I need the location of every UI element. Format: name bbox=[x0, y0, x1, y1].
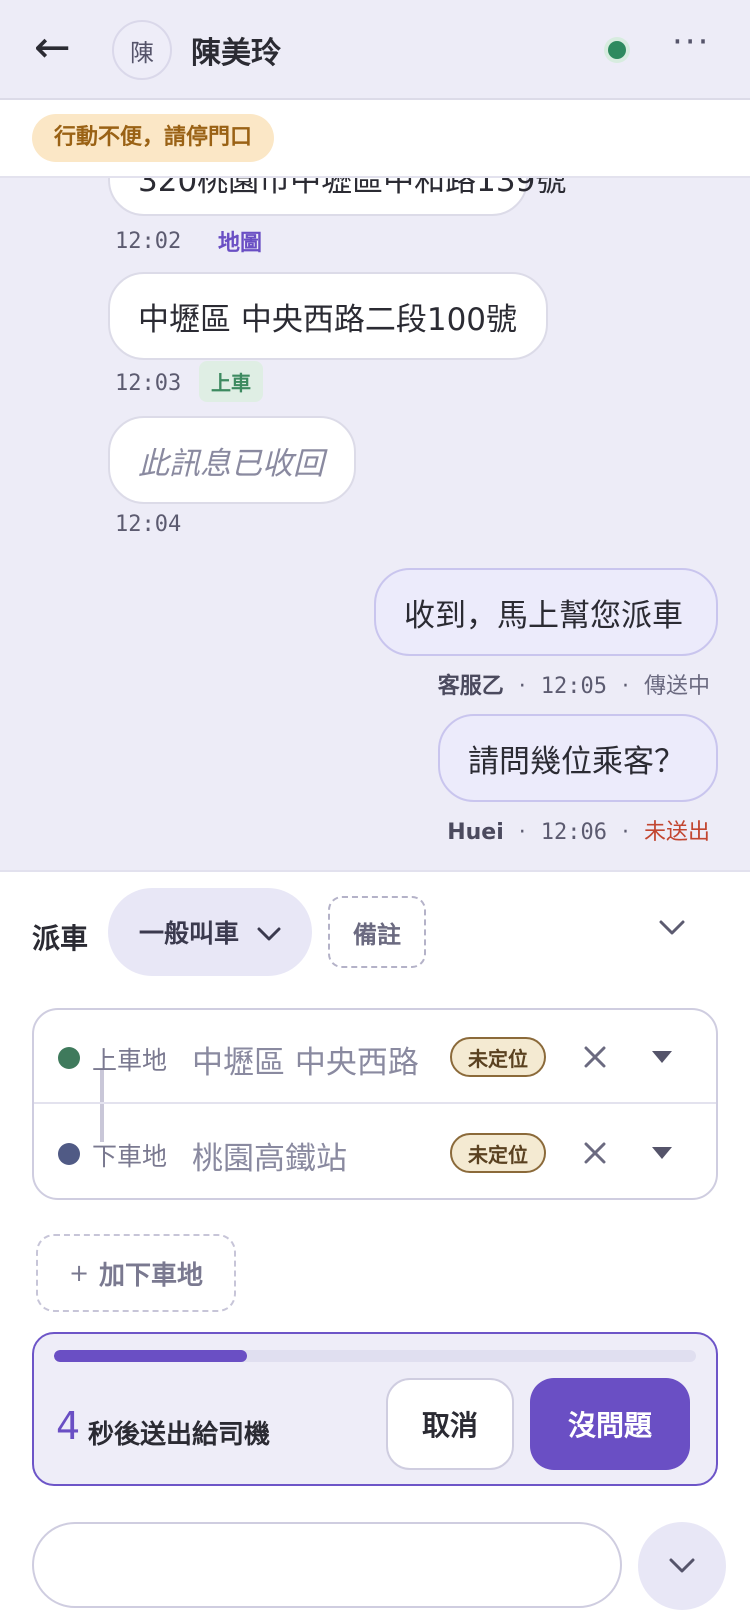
pickup-row[interactable]: 上車地 中壢區 中央西路 未定位 bbox=[34, 1010, 716, 1104]
back-arrow-icon[interactable]: ← bbox=[34, 26, 71, 70]
message-sender: Huei bbox=[447, 820, 504, 845]
dropoff-label: 下車地 bbox=[92, 1142, 168, 1171]
dispatch-type-select[interactable]: 一般叫車 bbox=[108, 888, 312, 976]
message-status-sending: 傳送中 bbox=[643, 674, 710, 699]
send-countdown-card: 4 秒後送出給司機 取消 沒問題 bbox=[32, 1332, 718, 1486]
avatar[interactable]: 陳 bbox=[112, 20, 172, 80]
message-status-failed[interactable]: 未送出 bbox=[644, 820, 710, 845]
more-options-icon[interactable]: ··· bbox=[672, 22, 710, 62]
dropoff-address-field[interactable]: 桃園高鐵站 bbox=[192, 1133, 347, 1178]
message-input[interactable] bbox=[32, 1522, 622, 1608]
countdown-progress-fill bbox=[54, 1350, 247, 1362]
confirm-button-label: 沒問題 bbox=[567, 1409, 652, 1442]
countdown-text: 秒後送出給司機 bbox=[88, 1420, 271, 1450]
message-text: 此訊息已收回 bbox=[138, 445, 324, 482]
pickup-label: 上車地 bbox=[92, 1046, 168, 1075]
message-bubble[interactable]: 320桃園市中壢區中和路139號 bbox=[108, 178, 566, 216]
outgoing-message-bubble[interactable]: 收到，馬上幫您派車 bbox=[374, 568, 718, 656]
meta-separator: · bbox=[621, 820, 629, 845]
message-meta: 客服乙 · 12:05 · 傳送中 bbox=[438, 668, 710, 700]
dropoff-unlocated-badge: 未定位 bbox=[450, 1133, 546, 1173]
pickup-tag[interactable]: 上車 bbox=[199, 361, 263, 402]
add-dropoff-button[interactable]: + 加下車地 bbox=[36, 1234, 236, 1312]
contact-name: 陳美玲 bbox=[191, 36, 281, 71]
dispatch-panel: 派車 一般叫車 備註 上車地 中壢區 中央西路 未定位 下車地 桃園高鐵站 未定… bbox=[0, 870, 750, 1624]
message-text: 中壢區 中央西路二段100號 bbox=[138, 301, 518, 338]
dispatch-label: 派車 bbox=[32, 922, 89, 955]
route-card: 上車地 中壢區 中央西路 未定位 下車地 桃園高鐵站 未定位 bbox=[32, 1008, 718, 1200]
meta-separator: · bbox=[518, 674, 526, 699]
message-text: 請問幾位乘客？ bbox=[468, 743, 685, 780]
notice-bar: 行動不便，請停門口 bbox=[0, 100, 750, 178]
pickup-address-field[interactable]: 中壢區 中央西路 bbox=[192, 1037, 419, 1082]
online-status-dot-icon bbox=[608, 41, 626, 59]
clear-dropoff-close-icon[interactable] bbox=[574, 1132, 616, 1174]
message-time: 12:05 bbox=[540, 674, 607, 699]
pickup-unlocated-badge: 未定位 bbox=[450, 1037, 546, 1077]
cancel-button[interactable]: 取消 bbox=[386, 1378, 514, 1470]
message-time: 12:06 bbox=[540, 820, 607, 845]
message-text: 收到，馬上幫您派車 bbox=[404, 597, 683, 634]
message-sender: 客服乙 bbox=[437, 674, 504, 699]
add-dropoff-label: 加下車地 bbox=[99, 1260, 204, 1291]
cancel-button-label: 取消 bbox=[421, 1409, 478, 1442]
collapse-panel-chevron-icon[interactable] bbox=[652, 908, 692, 948]
message-meta: Huei · 12:06 · 未送出 bbox=[447, 814, 710, 846]
message-text: 320桃園市中壢區中和路139號 bbox=[138, 178, 567, 199]
confirm-button[interactable]: 沒問題 bbox=[530, 1378, 690, 1470]
scroll-down-chevron-icon[interactable] bbox=[638, 1522, 726, 1610]
dispatch-type-value: 一般叫車 bbox=[138, 919, 239, 948]
avatar-initial: 陳 bbox=[130, 38, 154, 67]
map-link[interactable]: 地圖 bbox=[218, 225, 262, 257]
plus-icon: + bbox=[68, 1259, 90, 1287]
retracted-message-bubble: 此訊息已收回 bbox=[108, 416, 356, 504]
pickup-dropdown-caret-icon[interactable] bbox=[644, 1044, 680, 1070]
message-time: 12:04 bbox=[115, 512, 182, 537]
meta-separator: · bbox=[621, 674, 629, 699]
countdown-seconds: 4 bbox=[56, 1404, 81, 1448]
note-button-label: 備註 bbox=[353, 920, 401, 949]
note-button[interactable]: 備註 bbox=[328, 896, 426, 968]
chat-header: ← 陳 陳美玲 ··· bbox=[0, 0, 750, 100]
chevron-down-icon bbox=[257, 918, 281, 947]
pickup-dot-icon bbox=[58, 1047, 80, 1069]
message-time: 12:02 bbox=[115, 229, 182, 254]
accessibility-notice-badge: 行動不便，請停門口 bbox=[32, 114, 275, 162]
dropoff-dot-icon bbox=[58, 1143, 80, 1165]
clear-pickup-close-icon[interactable] bbox=[574, 1036, 616, 1078]
dropoff-row[interactable]: 下車地 桃園高鐵站 未定位 bbox=[34, 1106, 716, 1200]
message-bubble[interactable]: 中壢區 中央西路二段100號 bbox=[108, 272, 548, 360]
outgoing-message-bubble[interactable]: 請問幾位乘客？ bbox=[438, 714, 718, 802]
dropoff-dropdown-caret-icon[interactable] bbox=[644, 1140, 680, 1166]
chat-message-list[interactable]: 320桃園市中壢區中和路139號 12:02 地圖 中壢區 中央西路二段100號… bbox=[0, 178, 750, 870]
countdown-progress-bar bbox=[54, 1350, 696, 1362]
message-time: 12:03 bbox=[115, 371, 182, 396]
meta-separator: · bbox=[518, 820, 526, 845]
